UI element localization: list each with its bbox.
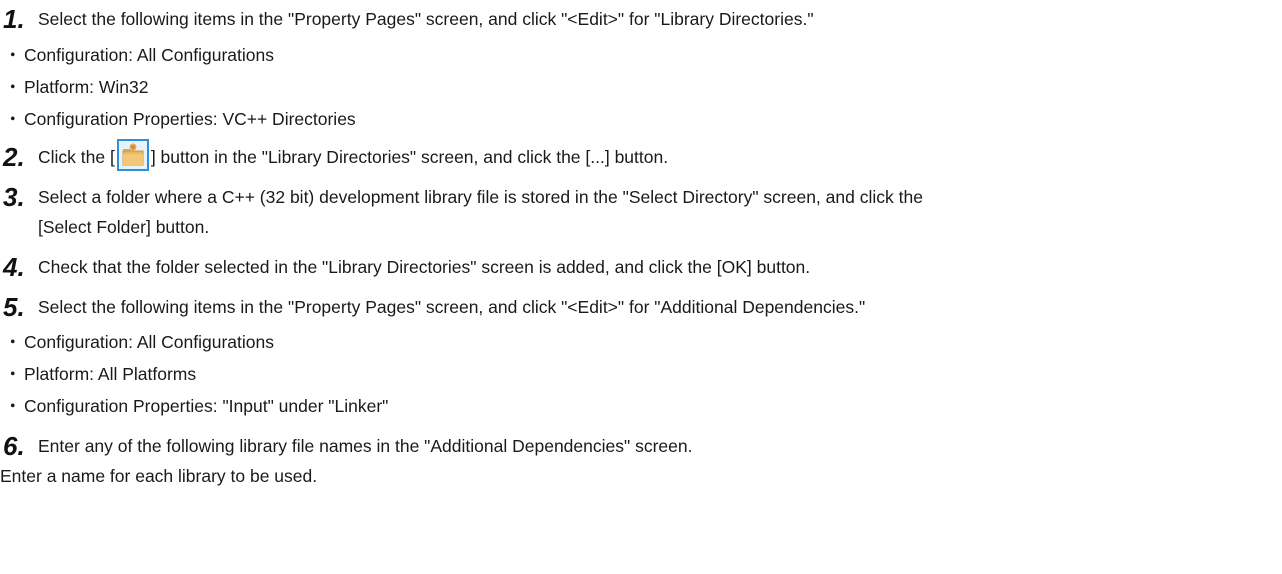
new-folder-icon (116, 139, 149, 172)
procedure-document: 1. Select the following items in the "Pr… (0, 0, 1282, 491)
bullet-mark: ・ (4, 109, 22, 129)
step-number: 4. (3, 252, 25, 282)
step-text: Select the following items in the "Prope… (38, 9, 814, 29)
list-item: ・ Platform: All Platforms (0, 358, 1282, 390)
step-number: 6. (3, 431, 25, 461)
bullet-mark: ・ (4, 45, 22, 65)
step-4: 4. Check that the folder selected in the… (0, 252, 1282, 282)
step-6: 6. Enter any of the following library fi… (0, 431, 1282, 461)
closing-text: Enter a name for each library to be used… (0, 466, 318, 486)
list-item: ・ Configuration Properties: "Input" under… (0, 390, 1282, 422)
bullet-mark: ・ (4, 77, 22, 97)
step-text: Check that the folder selected in the "L… (38, 257, 811, 277)
step-1: 1. Select the following items in the "Pr… (0, 4, 1282, 34)
step-number: 3. (3, 182, 25, 212)
step-2: 2. Click the [ ] button in the "Library D… (0, 139, 1282, 172)
list-item: ・ Platform: Win32 (0, 71, 1282, 103)
bullet-mark: ・ (4, 332, 22, 352)
list-item-text: Configuration Properties: "Input" under … (24, 396, 389, 416)
step-3: 3. Select a folder where a C++ (32 bit) … (0, 182, 1282, 242)
list-item: ・ Configuration: All Configurations (0, 326, 1282, 358)
list-item: ・ Configuration: All Configurations (0, 39, 1282, 71)
list-item-text: Platform: All Platforms (24, 364, 197, 384)
list-item-text: Configuration Properties: VC++ Directori… (24, 109, 356, 129)
step-text-continued: [Select Folder] button. (38, 217, 210, 237)
list-item-text: Platform: Win32 (24, 77, 149, 97)
step-5: 5. Select the following items in the "Pr… (0, 292, 1282, 322)
step-number: 5. (3, 292, 25, 322)
bullet-mark: ・ (4, 364, 22, 384)
step-text: Select a folder where a C++ (32 bit) dev… (38, 187, 923, 207)
step-text: Click the [ ] button in the "Library Dire… (38, 139, 1282, 172)
step-text: Enter any of the following library file … (38, 436, 693, 456)
bullet-mark: ・ (4, 396, 22, 416)
list-item: ・ Configuration Properties: VC++ Director… (0, 103, 1282, 135)
step-text: Select the following items in the "Prope… (38, 297, 866, 317)
step-number: 2. (3, 142, 25, 172)
step-number: 1. (3, 4, 25, 34)
list-item-text: Configuration: All Configurations (24, 332, 275, 352)
step-text-before: Click the [ (38, 147, 115, 167)
list-item-text: Configuration: All Configurations (24, 45, 275, 65)
step-text-after: ] button in the "Library Directories" sc… (150, 147, 669, 167)
